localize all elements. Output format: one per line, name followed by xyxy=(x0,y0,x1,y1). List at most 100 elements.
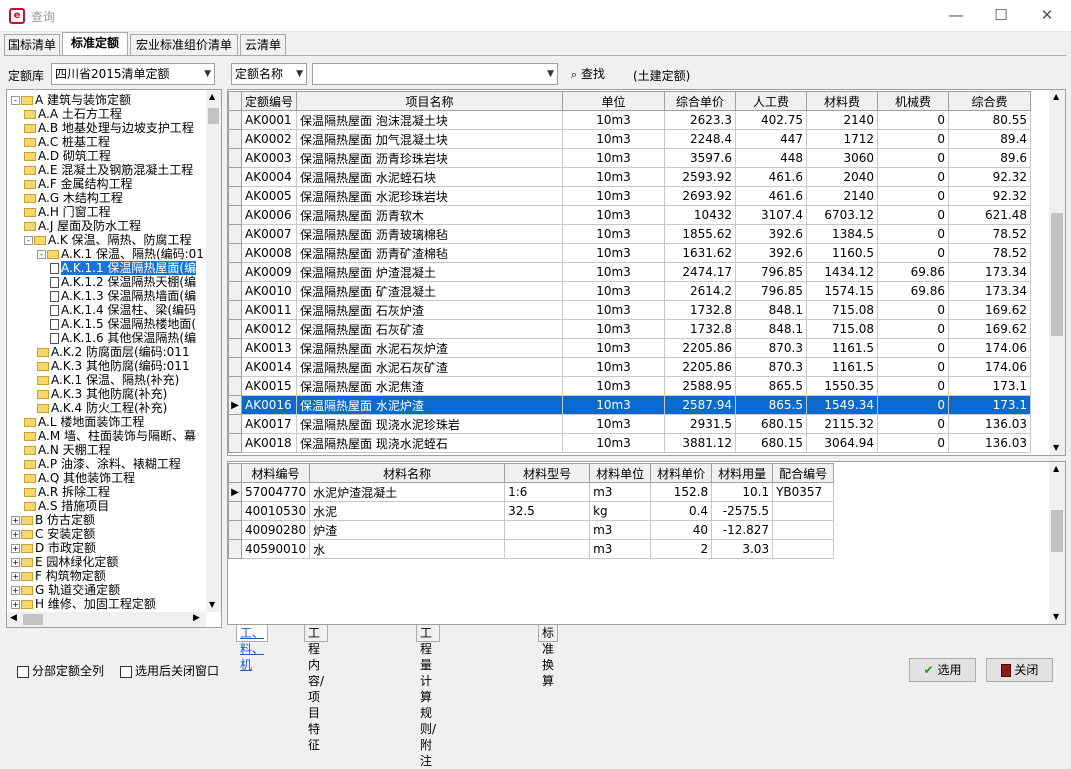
scroll-up-icon[interactable]: ▲ xyxy=(1053,464,1059,473)
expand-icon[interactable]: + xyxy=(11,544,20,553)
row-indicator[interactable] xyxy=(228,262,242,282)
tree-vscrollbar[interactable]: ▲ ▼ xyxy=(206,90,221,612)
tree-node[interactable]: A.K.2 防腐面层(编码:011 xyxy=(37,345,190,359)
quota-table-vscroll-thumb[interactable] xyxy=(1051,213,1063,336)
tree-node[interactable]: A.Q 其他装饰工程 xyxy=(24,471,135,485)
tree-node[interactable]: A.K.1.5 保温隔热楼地面( xyxy=(50,317,196,331)
tree-node[interactable]: A.J 屋面及防水工程 xyxy=(24,219,141,233)
tree-node[interactable]: - A 建筑与装饰定额 xyxy=(11,93,131,107)
tree-node[interactable]: A.N 天棚工程 xyxy=(24,443,111,457)
column-header[interactable]: 材料编号 xyxy=(240,463,311,483)
column-header[interactable]: 综合单价 xyxy=(664,91,737,111)
column-header[interactable]: 综合费 xyxy=(948,91,1032,111)
collapse-icon[interactable]: - xyxy=(11,96,20,105)
column-header[interactable]: 定额编号 xyxy=(240,91,298,111)
tree-node[interactable]: A.P 油漆、涂料、裱糊工程 xyxy=(24,457,181,471)
tree-node[interactable]: A.K.1.4 保温柱、梁(编码 xyxy=(50,303,196,317)
material-row[interactable]: ▶ 57004770 水泥炉渣混凝土 1:6 m3 152.8 10.1 YB0357 xyxy=(228,482,835,502)
tree-node[interactable]: A.K.1.2 保温隔热天棚(编 xyxy=(50,275,196,289)
row-indicator[interactable] xyxy=(228,501,242,521)
tab-standard-quota[interactable]: 标准定额 xyxy=(62,32,128,56)
table-row[interactable]: AK0015 保温隔热屋面 水泥焦渣 10m3 2588.95 865.5 1550.35… xyxy=(228,376,1032,396)
expand-icon[interactable]: + xyxy=(11,572,20,581)
table-row[interactable]: AK0013 保温隔热屋面 水泥石灰炉渣 10m3 2205.86 870.3 1161.… xyxy=(228,338,1032,358)
quota-lib-select[interactable]: 四川省2015清单定额 ▼ xyxy=(51,63,215,85)
column-header[interactable]: 机械费 xyxy=(877,91,950,111)
collapse-icon[interactable]: - xyxy=(24,236,33,245)
tab-hongye-list[interactable]: 宏业标准组价清单 xyxy=(130,34,238,56)
row-indicator[interactable]: ▶ xyxy=(228,482,242,502)
minimize-button[interactable]: — xyxy=(944,4,968,26)
column-header[interactable]: 材料费 xyxy=(806,91,879,111)
tree-node[interactable]: A.K.1 保温、隔热(补充) xyxy=(37,373,179,387)
material-table-vscroll-thumb[interactable] xyxy=(1051,510,1063,552)
checkbox-box[interactable] xyxy=(120,665,132,678)
table-row[interactable]: AK0004 保温隔热屋面 水泥蛭石块 10m3 2593.92 461.6 2040 0 9… xyxy=(228,167,1032,187)
table-row[interactable]: AK0009 保温隔热屋面 炉渣混凝土 10m3 2474.17 796.85 1434.… xyxy=(228,262,1032,282)
quota-tree[interactable]: - A 建筑与装饰定额 A.A 土石方工程 A.B 地基处理与边坡支护工程 A.C 桩基… xyxy=(6,89,222,628)
table-row[interactable]: AK0002 保温隔热屋面 加气混凝土块 10m3 2248.4 447 1712 0 89.… xyxy=(228,129,1032,149)
tab-national-list[interactable]: 国标清单 xyxy=(4,34,60,56)
expand-icon[interactable]: + xyxy=(11,516,20,525)
tree-node[interactable]: + F 构筑物定额 xyxy=(11,569,106,583)
row-indicator[interactable] xyxy=(228,167,242,187)
tree-node[interactable]: + D 市政定额 xyxy=(11,541,96,555)
column-header[interactable]: 材料型号 xyxy=(504,463,591,483)
tree-node[interactable]: A.H 门窗工程 xyxy=(24,205,111,219)
material-table-vscrollbar[interactable]: ▲ ▼ xyxy=(1049,462,1065,624)
table-row[interactable]: AK0018 保温隔热屋面 现浇水泥蛭石 10m3 3881.12 680.15 3064… xyxy=(228,433,1032,453)
row-indicator[interactable]: ▶ xyxy=(228,395,242,415)
column-header[interactable]: 材料单位 xyxy=(589,463,652,483)
column-header[interactable]: 单位 xyxy=(562,91,666,111)
expand-icon[interactable]: + xyxy=(11,558,20,567)
collapse-icon[interactable]: - xyxy=(37,250,46,259)
row-indicator[interactable] xyxy=(228,224,242,244)
row-indicator[interactable] xyxy=(228,319,242,339)
row-indicator[interactable] xyxy=(228,414,242,434)
table-row[interactable]: AK0012 保温隔热屋面 石灰矿渣 10m3 1732.8 848.1 715.08 0 1… xyxy=(228,319,1032,339)
close-window-button[interactable]: ✕ xyxy=(1035,4,1059,26)
table-row[interactable]: AK0008 保温隔热屋面 沥青矿渣棉毡 10m3 1631.62 392.6 1160.… xyxy=(228,243,1032,263)
column-header[interactable]: 项目名称 xyxy=(296,91,564,111)
expand-icon[interactable]: + xyxy=(11,530,20,539)
row-indicator[interactable] xyxy=(228,205,242,225)
tab-standard-conversion[interactable]: 标准换算 xyxy=(538,625,559,688)
row-indicator[interactable] xyxy=(228,433,242,453)
tree-hscrollbar[interactable]: ◀ ▶ xyxy=(7,612,206,627)
tree-node[interactable]: A.K.3 其他防腐(编码:011 xyxy=(37,359,190,373)
close-button[interactable]: 关闭 xyxy=(986,658,1053,682)
tree-node[interactable]: A.E 混凝土及钢筋混凝土工程 xyxy=(24,163,193,177)
tree-node[interactable]: A.B 地基处理与边坡支护工程 xyxy=(24,121,194,135)
tree-node[interactable]: A.A 土石方工程 xyxy=(24,107,122,121)
tree-node[interactable]: + C 安装定额 xyxy=(11,527,95,541)
table-row[interactable]: AK0017 保温隔热屋面 现浇水泥珍珠岩 10m3 2931.5 680.15 2115… xyxy=(228,414,1032,434)
row-indicator[interactable] xyxy=(228,281,242,301)
tab-work-content[interactable]: 工程内容/项目特征 xyxy=(304,625,329,752)
tree-node[interactable]: + E 园林绿化定额 xyxy=(11,555,118,569)
tab-labor-material-machine[interactable]: 工、料、机 xyxy=(236,625,269,672)
scroll-down-icon[interactable]: ▼ xyxy=(1053,443,1059,452)
search-input[interactable]: ▼ xyxy=(312,63,558,85)
tree-node[interactable]: A.C 桩基工程 xyxy=(24,135,110,149)
tab-calc-rules[interactable]: 工程量计算规则/附注 xyxy=(416,625,441,768)
row-indicator[interactable] xyxy=(228,129,242,149)
tree-node[interactable]: A.D 砌筑工程 xyxy=(24,149,111,163)
column-header[interactable]: 材料用量 xyxy=(711,463,774,483)
tab-cloud-list[interactable]: 云清单 xyxy=(240,34,286,56)
tree-node[interactable]: A.K.1.3 保温隔热墙面(编 xyxy=(50,289,196,303)
scroll-down-icon[interactable]: ▼ xyxy=(1053,612,1059,621)
tree-hscroll-thumb[interactable] xyxy=(23,614,43,625)
tree-node[interactable]: A.K.1.6 其他保温隔热(编 xyxy=(50,331,196,345)
tree-node[interactable]: A.F 金属结构工程 xyxy=(24,177,133,191)
tree-node[interactable]: A.L 楼地面装饰工程 xyxy=(24,415,144,429)
row-indicator[interactable] xyxy=(228,300,242,320)
row-indicator[interactable] xyxy=(228,110,242,130)
tree-vscroll-thumb[interactable] xyxy=(208,108,219,124)
row-indicator[interactable] xyxy=(228,357,242,377)
tree-node[interactable]: A.M 墙、柱面装饰与隔断、幕 xyxy=(24,429,196,443)
row-indicator[interactable] xyxy=(228,539,242,559)
search-field-select[interactable]: 定额名称 ▼ xyxy=(231,63,307,85)
expand-icon[interactable]: + xyxy=(11,586,20,595)
tree-node[interactable]: A.K.1.1 保温隔热屋面(编 xyxy=(50,261,197,275)
tree-node[interactable]: A.G 木结构工程 xyxy=(24,191,123,205)
